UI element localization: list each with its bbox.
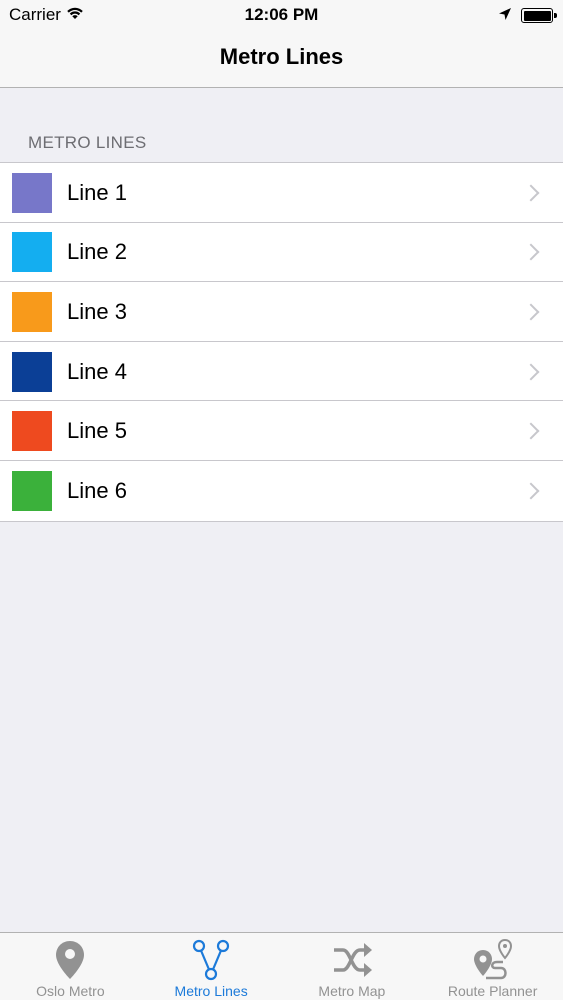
metro-line-row-1[interactable]: Line 1 <box>0 163 563 223</box>
map-pin-icon <box>48 938 92 982</box>
line-color-swatch <box>12 172 52 213</box>
line-color-swatch <box>12 470 52 511</box>
navigation-bar: Metro Lines <box>0 30 563 88</box>
tab-label: Metro Map <box>318 983 386 999</box>
chevron-right-icon <box>522 184 540 202</box>
tab-label: Route Planner <box>447 983 538 999</box>
chevron-right-icon <box>522 243 540 261</box>
section-header: METRO LINES <box>28 133 147 152</box>
route-planner-icon <box>471 938 515 982</box>
line-color-swatch <box>12 291 52 332</box>
line-label: Line 6 <box>67 477 127 503</box>
tab-metro-lines[interactable]: Metro Lines <box>141 933 282 1000</box>
tab-oslo-metro[interactable]: Oslo Metro <box>0 933 141 1000</box>
battery-icon <box>521 8 557 23</box>
line-color-swatch <box>12 351 52 392</box>
page-title: Metro Lines <box>219 44 344 69</box>
status-time: 12:06 PM <box>244 5 319 24</box>
line-label: Line 5 <box>67 418 127 444</box>
line-label: Line 4 <box>67 358 127 384</box>
status-bar: Carrier 12:06 PM <box>0 0 563 30</box>
chevron-right-icon <box>522 482 540 500</box>
metro-line-row-5[interactable]: Line 5 <box>0 401 563 461</box>
tab-label: Oslo Metro <box>36 983 105 999</box>
metro-lines-icon <box>189 938 233 982</box>
chevron-right-icon <box>522 422 540 440</box>
tab-label: Metro Lines <box>174 983 248 999</box>
metro-line-row-6[interactable]: Line 6 <box>0 461 563 521</box>
chevron-right-icon <box>522 363 540 381</box>
metro-line-row-2[interactable]: Line 2 <box>0 223 563 283</box>
metro-line-row-3[interactable]: Line 3 <box>0 282 563 342</box>
tab-route-planner[interactable]: Route Planner <box>422 933 563 1000</box>
line-label: Line 1 <box>67 179 127 205</box>
tab-metro-map[interactable]: Metro Map <box>282 933 423 1000</box>
chevron-right-icon <box>522 303 540 321</box>
shuffle-icon <box>330 938 374 982</box>
tab-bar: Oslo Metro Metro Lines Metro Map Route P… <box>0 932 563 1000</box>
metro-line-row-4[interactable]: Line 4 <box>0 342 563 402</box>
line-color-swatch <box>12 411 52 452</box>
line-label: Line 2 <box>67 239 127 265</box>
line-color-swatch <box>12 232 52 273</box>
line-label: Line 3 <box>67 298 127 324</box>
metro-lines-table: Line 1 Line 2 Line 3 Line 4 Line 5 Line … <box>0 162 563 522</box>
location-arrow-icon <box>498 6 512 26</box>
